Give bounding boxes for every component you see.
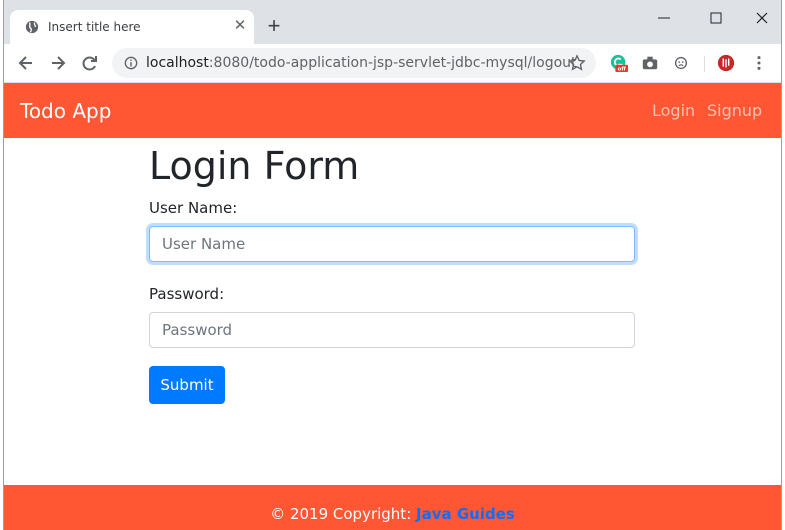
browser-tab[interactable]: Insert title here ✕ bbox=[10, 10, 254, 44]
new-tab-button[interactable]: + bbox=[264, 15, 284, 37]
close-window-icon[interactable] bbox=[752, 8, 772, 28]
page-title: Login Form bbox=[149, 144, 360, 188]
password-label: Password: bbox=[149, 285, 225, 303]
face-extension-icon[interactable] bbox=[672, 54, 690, 72]
back-arrow-icon[interactable] bbox=[16, 53, 36, 73]
forward-arrow-icon[interactable] bbox=[48, 53, 68, 73]
maximize-icon[interactable] bbox=[706, 8, 726, 28]
nav-signup-link[interactable]: Signup bbox=[707, 101, 762, 120]
browser-window: Insert title here ✕ + localhost:8080/tod… bbox=[4, 0, 781, 530]
address-bar[interactable]: localhost:8080/todo-application-jsp-serv… bbox=[112, 48, 596, 78]
reload-icon[interactable] bbox=[80, 53, 100, 73]
submit-button[interactable]: Submit bbox=[149, 366, 225, 404]
username-input[interactable] bbox=[149, 226, 635, 262]
site-navbar: Todo App Login Signup bbox=[4, 83, 781, 138]
username-label: User Name: bbox=[149, 199, 238, 217]
grammarly-extension-icon[interactable]: off bbox=[610, 54, 628, 72]
camera-extension-icon[interactable] bbox=[641, 54, 659, 72]
kebab-menu-icon[interactable] bbox=[750, 54, 768, 72]
info-icon[interactable] bbox=[124, 56, 138, 70]
browser-toolbar: localhost:8080/todo-application-jsp-serv… bbox=[4, 44, 781, 83]
site-footer: © 2019 Copyright: Java Guides bbox=[4, 485, 781, 530]
bookmark-star-icon[interactable] bbox=[568, 54, 586, 72]
profile-avatar-icon[interactable] bbox=[717, 54, 735, 72]
minimize-icon[interactable] bbox=[654, 8, 674, 28]
page-content: Todo App Login Signup Login Form User Na… bbox=[4, 83, 781, 530]
tab-strip: Insert title here ✕ + bbox=[4, 0, 781, 44]
tab-title: Insert title here bbox=[48, 20, 141, 34]
footer-java-guides-link[interactable]: Java Guides bbox=[416, 505, 515, 523]
globe-icon bbox=[25, 20, 39, 34]
grammarly-badge: off bbox=[618, 67, 627, 72]
url-text: localhost:8080/todo-application-jsp-serv… bbox=[146, 55, 577, 71]
nav-login-link[interactable]: Login bbox=[652, 101, 695, 120]
navbar-brand[interactable]: Todo App bbox=[20, 99, 111, 123]
password-input[interactable] bbox=[149, 312, 635, 348]
close-tab-icon[interactable]: ✕ bbox=[232, 18, 248, 34]
footer-copyright: © 2019 Copyright: Java Guides bbox=[270, 505, 515, 523]
toolbar-separator bbox=[704, 56, 705, 72]
